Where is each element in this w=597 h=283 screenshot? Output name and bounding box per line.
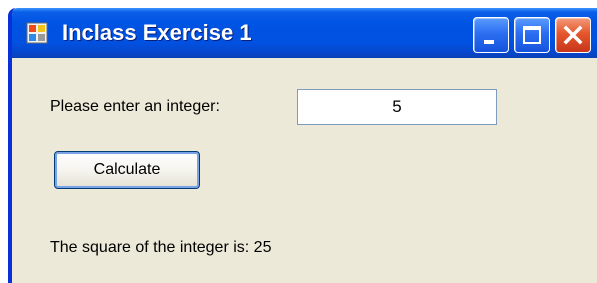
close-icon	[563, 25, 583, 45]
window-title: Inclass Exercise 1	[62, 20, 252, 45]
minimize-icon	[484, 40, 494, 44]
title-bar[interactable]: Inclass Exercise 1	[12, 8, 597, 58]
calculate-button[interactable]: Calculate	[54, 151, 200, 189]
form-client-area: Please enter an integer: Calculate The s…	[12, 58, 597, 283]
integer-prompt-label: Please enter an integer:	[50, 98, 220, 115]
minimize-button[interactable]	[473, 17, 509, 53]
maximize-icon	[523, 26, 541, 44]
result-label: The square of the integer is: 25	[50, 239, 272, 256]
maximize-button[interactable]	[514, 17, 550, 53]
windows-form-icon[interactable]	[26, 22, 48, 44]
app-window: Inclass Exercise 1 Please enter an integ…	[8, 8, 597, 283]
close-button[interactable]	[555, 17, 591, 53]
integer-input[interactable]	[297, 89, 497, 125]
